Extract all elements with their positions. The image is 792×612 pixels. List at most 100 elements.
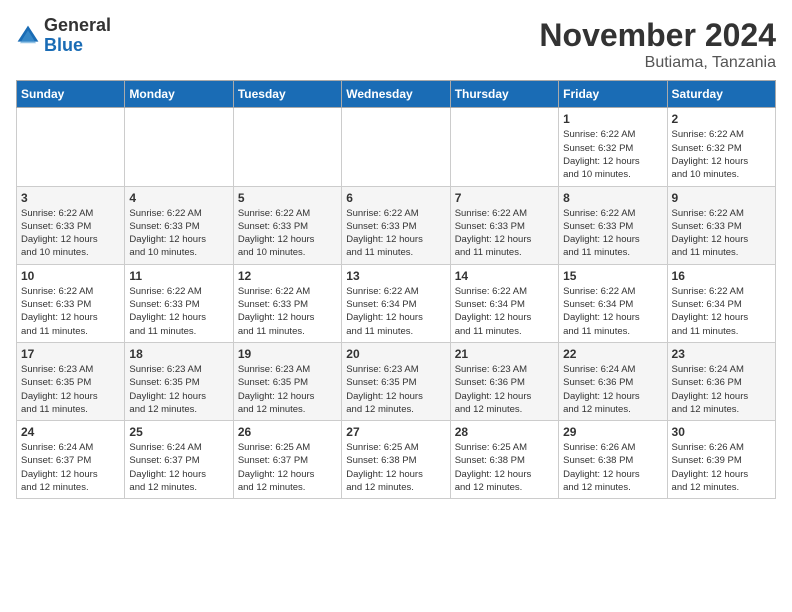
calendar-cell: 21 Sunrise: 6:23 AM Sunset: 6:36 PM Dayli…	[450, 342, 558, 420]
calendar-cell: 30Sunrise: 6:26 AM Sunset: 6:39 PM Dayli…	[667, 421, 775, 499]
day-number: 25	[129, 425, 228, 439]
day-number: 29	[563, 425, 662, 439]
calendar-week-row: 10 Sunrise: 6:22 AM Sunset: 6:33 PM Dayli…	[17, 264, 776, 342]
day-info: Sunrise: 6:23 AM Sunset: 6:35 PM Dayligh…	[129, 363, 228, 416]
calendar-cell	[233, 108, 341, 186]
calendar-cell: 15 Sunrise: 6:22 AM Sunset: 6:34 PM Dayli…	[559, 264, 667, 342]
calendar-cell: 26Sunrise: 6:25 AM Sunset: 6:37 PM Dayli…	[233, 421, 341, 499]
day-info: Sunrise: 6:22 AM Sunset: 6:34 PM Dayligh…	[346, 285, 445, 338]
calendar-header-row: SundayMondayTuesdayWednesdayThursdayFrid…	[17, 81, 776, 108]
day-info: Sunrise: 6:22 AM Sunset: 6:32 PM Dayligh…	[672, 128, 771, 181]
logo-general: General	[44, 15, 111, 35]
location: Butiama, Tanzania	[539, 54, 776, 72]
calendar-cell: 9 Sunrise: 6:22 AM Sunset: 6:33 PM Daylig…	[667, 186, 775, 264]
day-number: 7	[455, 191, 554, 205]
day-number: 9	[672, 191, 771, 205]
day-info: Sunrise: 6:23 AM Sunset: 6:35 PM Dayligh…	[21, 363, 120, 416]
day-info: Sunrise: 6:25 AM Sunset: 6:38 PM Dayligh…	[455, 441, 554, 494]
day-info: Sunrise: 6:26 AM Sunset: 6:39 PM Dayligh…	[672, 441, 771, 494]
calendar-cell: 12 Sunrise: 6:22 AM Sunset: 6:33 PM Dayli…	[233, 264, 341, 342]
day-number: 11	[129, 269, 228, 283]
calendar-cell: 7 Sunrise: 6:22 AM Sunset: 6:33 PM Daylig…	[450, 186, 558, 264]
calendar-cell: 28 Sunrise: 6:25 AM Sunset: 6:38 PM Dayli…	[450, 421, 558, 499]
day-number: 2	[672, 112, 771, 126]
day-info: Sunrise: 6:22 AM Sunset: 6:33 PM Dayligh…	[563, 207, 662, 260]
day-info: Sunrise: 6:22 AM Sunset: 6:33 PM Dayligh…	[346, 207, 445, 260]
calendar-week-row: 3 Sunrise: 6:22 AM Sunset: 6:33 PM Daylig…	[17, 186, 776, 264]
day-info: Sunrise: 6:25 AM Sunset: 6:38 PM Dayligh…	[346, 441, 445, 494]
day-header-sunday: Sunday	[17, 81, 125, 108]
day-info: Sunrise: 6:22 AM Sunset: 6:33 PM Dayligh…	[672, 207, 771, 260]
day-number: 6	[346, 191, 445, 205]
day-info: Sunrise: 6:24 AM Sunset: 6:37 PM Dayligh…	[21, 441, 120, 494]
day-info: Sunrise: 6:26 AM Sunset: 6:38 PM Dayligh…	[563, 441, 662, 494]
day-info: Sunrise: 6:22 AM Sunset: 6:33 PM Dayligh…	[129, 207, 228, 260]
calendar-cell: 24Sunrise: 6:24 AM Sunset: 6:37 PM Dayli…	[17, 421, 125, 499]
day-info: Sunrise: 6:22 AM Sunset: 6:33 PM Dayligh…	[455, 207, 554, 260]
day-number: 27	[346, 425, 445, 439]
calendar-cell: 18 Sunrise: 6:23 AM Sunset: 6:35 PM Dayli…	[125, 342, 233, 420]
day-header-tuesday: Tuesday	[233, 81, 341, 108]
day-number: 8	[563, 191, 662, 205]
calendar-cell: 17 Sunrise: 6:23 AM Sunset: 6:35 PM Dayli…	[17, 342, 125, 420]
day-info: Sunrise: 6:22 AM Sunset: 6:33 PM Dayligh…	[129, 285, 228, 338]
day-info: Sunrise: 6:22 AM Sunset: 6:33 PM Dayligh…	[21, 285, 120, 338]
logo-text: General Blue	[44, 16, 111, 56]
calendar-week-row: 1 Sunrise: 6:22 AM Sunset: 6:32 PM Daylig…	[17, 108, 776, 186]
calendar-week-row: 17 Sunrise: 6:23 AM Sunset: 6:35 PM Dayli…	[17, 342, 776, 420]
calendar-cell: 5 Sunrise: 6:22 AM Sunset: 6:33 PM Daylig…	[233, 186, 341, 264]
day-number: 21	[455, 347, 554, 361]
day-info: Sunrise: 6:22 AM Sunset: 6:33 PM Dayligh…	[238, 285, 337, 338]
day-number: 5	[238, 191, 337, 205]
calendar-cell: 27 Sunrise: 6:25 AM Sunset: 6:38 PM Dayli…	[342, 421, 450, 499]
day-info: Sunrise: 6:22 AM Sunset: 6:34 PM Dayligh…	[563, 285, 662, 338]
day-number: 14	[455, 269, 554, 283]
calendar-cell: 29 Sunrise: 6:26 AM Sunset: 6:38 PM Dayli…	[559, 421, 667, 499]
day-number: 4	[129, 191, 228, 205]
day-number: 23	[672, 347, 771, 361]
day-info: Sunrise: 6:22 AM Sunset: 6:33 PM Dayligh…	[238, 207, 337, 260]
calendar-cell: 6 Sunrise: 6:22 AM Sunset: 6:33 PM Daylig…	[342, 186, 450, 264]
day-info: Sunrise: 6:24 AM Sunset: 6:36 PM Dayligh…	[563, 363, 662, 416]
calendar-cell: 23 Sunrise: 6:24 AM Sunset: 6:36 PM Dayli…	[667, 342, 775, 420]
calendar-cell: 2 Sunrise: 6:22 AM Sunset: 6:32 PM Daylig…	[667, 108, 775, 186]
calendar-week-row: 24Sunrise: 6:24 AM Sunset: 6:37 PM Dayli…	[17, 421, 776, 499]
day-number: 15	[563, 269, 662, 283]
day-info: Sunrise: 6:24 AM Sunset: 6:36 PM Dayligh…	[672, 363, 771, 416]
calendar-cell: 11 Sunrise: 6:22 AM Sunset: 6:33 PM Dayli…	[125, 264, 233, 342]
day-number: 13	[346, 269, 445, 283]
calendar-cell	[342, 108, 450, 186]
day-number: 12	[238, 269, 337, 283]
day-number: 1	[563, 112, 662, 126]
day-info: Sunrise: 6:23 AM Sunset: 6:35 PM Dayligh…	[346, 363, 445, 416]
calendar-cell: 10 Sunrise: 6:22 AM Sunset: 6:33 PM Dayli…	[17, 264, 125, 342]
day-info: Sunrise: 6:23 AM Sunset: 6:35 PM Dayligh…	[238, 363, 337, 416]
calendar-cell	[17, 108, 125, 186]
title-area: November 2024 Butiama, Tanzania	[539, 16, 776, 72]
calendar-table: SundayMondayTuesdayWednesdayThursdayFrid…	[16, 80, 776, 499]
month-title: November 2024	[539, 16, 776, 54]
calendar-cell: 16 Sunrise: 6:22 AM Sunset: 6:34 PM Dayli…	[667, 264, 775, 342]
day-number: 3	[21, 191, 120, 205]
day-header-saturday: Saturday	[667, 81, 775, 108]
calendar-cell: 20 Sunrise: 6:23 AM Sunset: 6:35 PM Dayli…	[342, 342, 450, 420]
day-header-friday: Friday	[559, 81, 667, 108]
day-info: Sunrise: 6:22 AM Sunset: 6:32 PM Dayligh…	[563, 128, 662, 181]
day-info: Sunrise: 6:24 AM Sunset: 6:37 PM Dayligh…	[129, 441, 228, 494]
day-number: 20	[346, 347, 445, 361]
calendar-cell: 8 Sunrise: 6:22 AM Sunset: 6:33 PM Daylig…	[559, 186, 667, 264]
day-number: 10	[21, 269, 120, 283]
calendar-cell: 19Sunrise: 6:23 AM Sunset: 6:35 PM Dayli…	[233, 342, 341, 420]
day-number: 16	[672, 269, 771, 283]
day-number: 28	[455, 425, 554, 439]
page-header: General Blue November 2024 Butiama, Tanz…	[16, 16, 776, 72]
day-info: Sunrise: 6:22 AM Sunset: 6:34 PM Dayligh…	[672, 285, 771, 338]
day-info: Sunrise: 6:25 AM Sunset: 6:37 PM Dayligh…	[238, 441, 337, 494]
day-number: 17	[21, 347, 120, 361]
logo-blue: Blue	[44, 35, 83, 55]
day-header-thursday: Thursday	[450, 81, 558, 108]
day-number: 18	[129, 347, 228, 361]
calendar-cell: 3Sunrise: 6:22 AM Sunset: 6:33 PM Daylig…	[17, 186, 125, 264]
day-info: Sunrise: 6:23 AM Sunset: 6:36 PM Dayligh…	[455, 363, 554, 416]
day-header-monday: Monday	[125, 81, 233, 108]
